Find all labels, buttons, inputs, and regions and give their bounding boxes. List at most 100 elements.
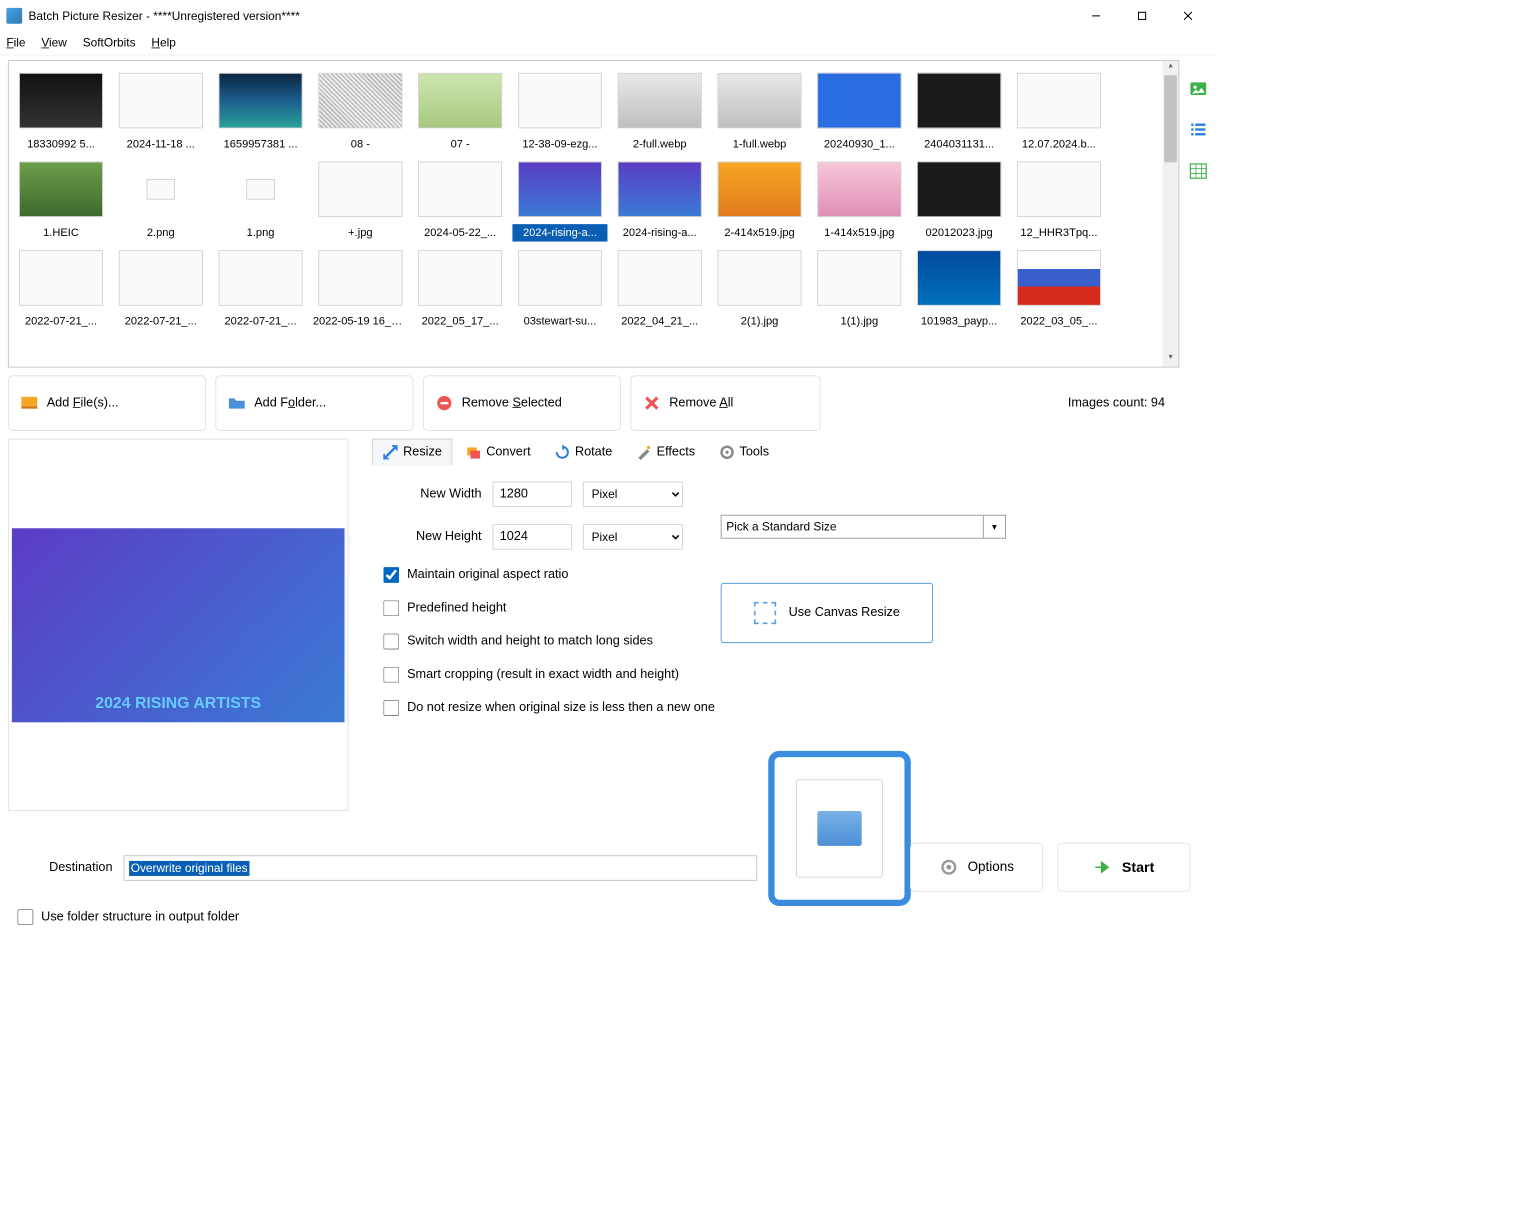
thumbnail-label: 1.png <box>213 224 308 241</box>
thumbnail-item[interactable]: 12_HHR3Tpq... <box>1010 154 1108 241</box>
gear-icon <box>939 858 958 877</box>
thumbnail-item[interactable]: 2024-05-22_... <box>411 154 509 241</box>
start-icon <box>1093 858 1112 877</box>
thumbnail-item[interactable]: 12-38-09-ezg... <box>511 66 609 153</box>
thumbnail-label: 03stewart-su... <box>512 313 607 330</box>
tab-effects[interactable]: Effects <box>626 439 706 466</box>
maintain-ratio-label: Maintain original aspect ratio <box>407 568 568 582</box>
remove-all-button[interactable]: Remove All <box>630 375 820 430</box>
thumbnail-item[interactable]: 2.png <box>112 154 210 241</box>
thumbnail-scrollbar[interactable]: ▴ ▾ <box>1163 61 1179 367</box>
resize-icon <box>383 444 399 460</box>
canvas-resize-button[interactable]: Use Canvas Resize <box>721 583 933 643</box>
view-list-button[interactable] <box>1187 119 1209 141</box>
thumbnail-item[interactable]: 1.png <box>211 154 309 241</box>
add-folder-button[interactable]: Add Folder... <box>215 375 413 430</box>
standard-size-input[interactable] <box>721 515 984 539</box>
tab-resize[interactable]: Resize <box>372 439 452 466</box>
new-width-input[interactable] <box>493 482 572 507</box>
thumbnail-item[interactable]: 2022_03_05_... <box>1010 243 1108 330</box>
thumbnail-item[interactable]: 2022_04_21_... <box>611 243 709 330</box>
thumbnail-item[interactable]: 1-414x519.jpg <box>810 154 908 241</box>
view-table-button[interactable] <box>1187 160 1209 182</box>
tab-tools[interactable]: Tools <box>709 439 780 466</box>
standard-size-dropdown[interactable]: ▾ <box>984 515 1006 539</box>
thumbnail-label: 02012023.jpg <box>912 224 1007 241</box>
maximize-button[interactable] <box>1119 1 1165 31</box>
thumbnail-label: 1-414x519.jpg <box>812 224 907 241</box>
menu-file[interactable]: File <box>6 36 25 49</box>
thumbnail-item[interactable]: +.jpg <box>311 154 409 241</box>
thumbnail-item[interactable]: 2-414x519.jpg <box>710 154 808 241</box>
tab-convert[interactable]: Convert <box>455 439 541 466</box>
predefined-height-checkbox[interactable] <box>383 600 399 616</box>
standard-size-combo[interactable]: ▾ <box>721 515 1006 539</box>
scroll-up-icon[interactable]: ▴ <box>1163 61 1179 75</box>
thumbnail-item[interactable]: 08 - <box>311 66 409 153</box>
new-height-input[interactable] <box>493 524 572 549</box>
scroll-down-icon[interactable]: ▾ <box>1163 352 1179 366</box>
thumbnail-item[interactable]: 2(1).jpg <box>710 243 808 330</box>
destination-field[interactable]: Overwrite original files <box>124 855 758 880</box>
thumbnail-label: 2024-11-18 ... <box>113 135 208 152</box>
folder-structure-checkbox[interactable] <box>17 909 33 925</box>
table-icon <box>1189 162 1208 181</box>
width-unit-select[interactable]: Pixel <box>583 482 683 507</box>
options-label: Options <box>968 859 1014 875</box>
destination-label: Destination <box>49 861 112 875</box>
tab-rotate[interactable]: Rotate <box>544 439 623 466</box>
no-resize-smaller-checkbox[interactable] <box>383 700 399 716</box>
thumbnail-item[interactable]: 2022-07-21_... <box>12 243 110 330</box>
switch-wh-checkbox[interactable] <box>383 634 399 650</box>
add-files-button[interactable]: Add File(s)... <box>8 375 206 430</box>
thumbnail-item[interactable]: 2022-07-21_... <box>211 243 309 330</box>
view-thumbnails-button[interactable] <box>1187 78 1209 100</box>
minimize-button[interactable] <box>1073 1 1119 31</box>
menu-help[interactable]: Help <box>151 36 175 49</box>
thumbnail-image <box>1017 250 1101 306</box>
thumbnail-item[interactable]: 2022-07-21_... <box>112 243 210 330</box>
thumbnail-item[interactable]: 1659957381 ... <box>211 66 309 153</box>
thumbnail-item[interactable]: 20240930_1... <box>810 66 908 153</box>
thumbnail-item[interactable]: 1.HEIC <box>12 154 110 241</box>
thumbnail-item[interactable]: 18330992 5... <box>12 66 110 153</box>
remove-selected-button[interactable]: Remove Selected <box>423 375 621 430</box>
thumbnail-item[interactable]: 1-full.webp <box>710 66 808 153</box>
maintain-ratio-checkbox[interactable] <box>383 567 399 583</box>
thumbnail-image <box>19 161 103 217</box>
thumbnail-label: 07 - <box>413 135 508 152</box>
thumbnail-item[interactable]: 2022_05_17_... <box>411 243 509 330</box>
folder-structure-label: Use folder structure in output folder <box>41 910 239 924</box>
smart-cropping-checkbox[interactable] <box>383 667 399 683</box>
predefined-height-label: Predefined height <box>407 601 506 615</box>
thumbnail-item[interactable]: 03stewart-su... <box>511 243 609 330</box>
thumbnail-item[interactable]: 07 - <box>411 66 509 153</box>
menu-view[interactable]: View <box>41 36 67 49</box>
thumbnail-image <box>418 161 502 217</box>
window-title: Batch Picture Resizer - ****Unregistered… <box>29 9 1074 22</box>
thumbnail-item[interactable]: 2024-rising-a... <box>511 154 609 241</box>
remove-all-icon <box>642 394 661 413</box>
thumbnail-image <box>518 250 602 306</box>
thumbnail-item[interactable]: 2404031131... <box>910 66 1008 153</box>
thumbnail-image <box>318 250 402 306</box>
thumbnail-image <box>219 73 303 129</box>
scroll-handle[interactable] <box>1164 75 1177 162</box>
close-button[interactable] <box>1165 1 1211 31</box>
thumbnail-item[interactable]: 2024-rising-a... <box>611 154 709 241</box>
thumbnail-item[interactable]: 02012023.jpg <box>910 154 1008 241</box>
thumbnail-item[interactable]: 12.07.2024.b... <box>1010 66 1108 153</box>
thumbnail-label: 18330992 5... <box>13 135 108 152</box>
thumbnail-item[interactable]: 2-full.webp <box>611 66 709 153</box>
thumbnail-item[interactable]: 2024-11-18 ... <box>112 66 210 153</box>
thumbnail-item[interactable]: 1(1).jpg <box>810 243 908 330</box>
thumbnail-item[interactable]: 2022-05-19 16_05_50 <box>311 243 409 330</box>
options-button[interactable]: Options <box>910 843 1043 892</box>
thumbnail-item[interactable]: 101983_payp... <box>910 243 1008 330</box>
thumbnail-grid[interactable]: 18330992 5... 2024-11-18 ...1659957381 ..… <box>9 61 1163 367</box>
height-unit-select[interactable]: Pixel <box>583 524 683 549</box>
start-button[interactable]: Start <box>1057 843 1190 892</box>
thumbnail-label: 2024-rising-a... <box>512 224 607 241</box>
menu-softorbits[interactable]: SoftOrbits <box>83 36 136 49</box>
thumbnail-label: 101983_payp... <box>912 313 1007 330</box>
